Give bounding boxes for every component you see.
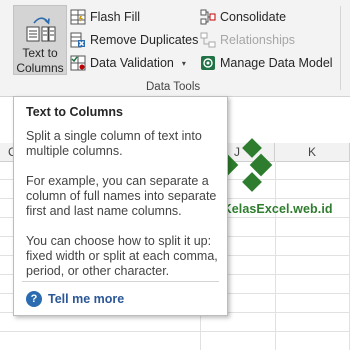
next-group-stub — [343, 57, 347, 72]
group-separator — [340, 6, 341, 90]
ribbon-data-tools: Text to Columns Flash Fill Remove Duplic… — [0, 0, 350, 97]
text-to-columns-tooltip: Text to Columns Split a single column of… — [13, 96, 228, 316]
column-header-k[interactable]: K — [275, 143, 350, 161]
data-validation-icon — [70, 55, 86, 71]
text-to-columns-label-2: Columns — [16, 61, 64, 75]
text-to-columns-button[interactable]: Text to Columns — [13, 5, 67, 75]
tooltip-divider — [22, 281, 219, 282]
flash-fill-button[interactable]: Flash Fill — [70, 8, 140, 26]
tooltip-title: Text to Columns — [26, 105, 123, 119]
kelasexcel-logo-icon — [219, 138, 273, 192]
consolidate-icon — [200, 9, 216, 25]
flash-fill-label: Flash Fill — [90, 10, 141, 24]
text-to-columns-label-1: Text to — [22, 46, 58, 60]
relationships-label: Relationships — [220, 33, 296, 47]
manage-data-model-button[interactable]: Manage Data Model — [200, 54, 333, 72]
text-to-columns-icon — [26, 17, 56, 42]
relationships-icon — [200, 32, 216, 48]
remove-duplicates-icon — [70, 32, 85, 48]
manage-data-model-label: Manage Data Model — [220, 56, 333, 70]
remove-duplicates-label: Remove Duplicates — [90, 33, 199, 47]
data-validation-button[interactable]: Data Validation ▾ — [70, 54, 186, 72]
tooltip-example: For example, you can separate a column o… — [26, 174, 217, 218]
tooltip-options: You can choose how to split it up: fixed… — [26, 234, 218, 278]
data-model-icon — [201, 56, 215, 70]
tooltip-description: Split a single column of text into multi… — [26, 129, 202, 158]
data-validation-label: Data Validation — [90, 56, 174, 70]
gridline — [0, 331, 350, 332]
tell-me-more-link[interactable]: ? Tell me more — [26, 291, 124, 307]
relationships-button[interactable]: Relationships — [200, 31, 295, 49]
group-label-data-tools: Data Tools — [146, 81, 201, 93]
tell-me-more-label: Tell me more — [48, 292, 125, 306]
help-icon: ? — [26, 291, 42, 307]
chevron-down-icon[interactable]: ▾ — [182, 59, 186, 68]
consolidate-label: Consolidate — [220, 10, 287, 24]
flash-fill-icon — [70, 9, 86, 25]
remove-duplicates-button[interactable]: Remove Duplicates — [70, 31, 198, 49]
consolidate-button[interactable]: Consolidate — [200, 8, 286, 26]
